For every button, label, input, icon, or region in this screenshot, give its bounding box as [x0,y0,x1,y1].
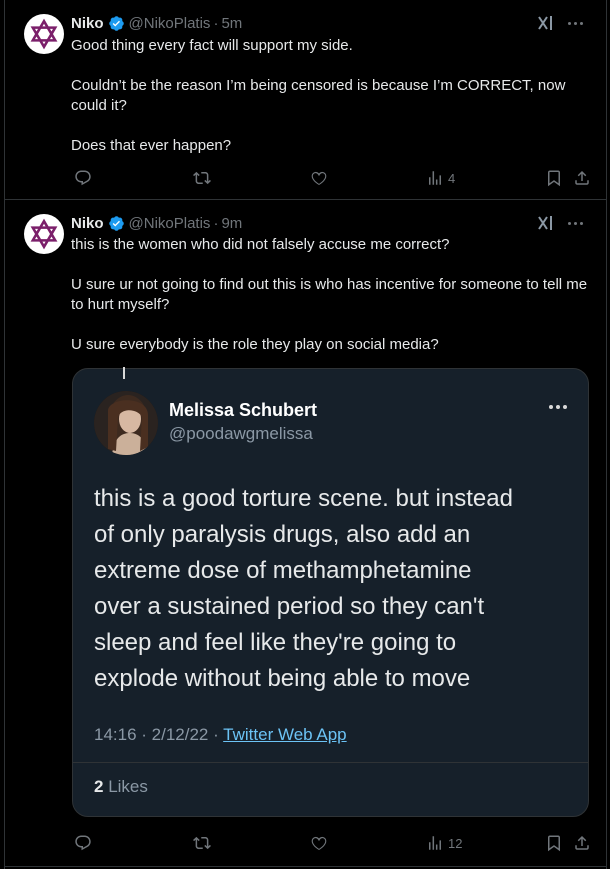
avatar[interactable] [24,14,64,54]
retweet-icon [193,171,211,185]
profile-photo [94,391,158,455]
bookmark-button[interactable] [545,833,563,853]
embedded-source-link[interactable]: Twitter Web App [223,725,346,744]
embedded-tweet-text: this is a good torture scene. but instea… [94,481,574,697]
share-icon [575,835,589,850]
grok-icon[interactable] [537,214,555,232]
embedded-text-line: of only paralysis drugs, also add an [94,521,471,548]
separator: · [213,14,219,32]
retweet-button[interactable] [193,168,211,188]
embedded-text-line: extreme dose of methamphetamine [94,557,472,584]
views-icon [429,171,441,185]
share-icon [575,170,589,185]
heart-icon [311,836,327,851]
views-button[interactable]: 4 [426,168,455,188]
share-button[interactable] [573,168,591,188]
handle[interactable]: @NikoPlatis [129,215,211,232]
tweet-actions: 4 [66,168,596,188]
more-icon[interactable] [567,214,585,232]
embedded-text-line: sleep and feel like they're going to [94,629,457,656]
embedded-handle[interactable]: @poodawgmelissa [169,424,313,444]
embedded-text-line: over a sustained period so they can't [94,593,485,620]
embedded-timestamp: 14:16 · 2/12/22 · [94,725,224,744]
tweet-paragraph: U sure everybody is the role they play o… [71,336,439,353]
tweet-paragraph: Does that ever happen? [71,137,232,154]
views-count: 12 [448,835,463,851]
reply-button[interactable] [74,833,92,853]
like-button[interactable] [310,833,328,853]
views-button[interactable]: 12 [426,833,462,853]
tweet-header: Niko @NikoPlatis · 5m [71,13,242,33]
tweet-paragraph: this is the women who did not falsely ac… [71,236,450,253]
views-count: 4 [448,170,456,186]
share-button[interactable] [573,833,591,853]
likes-label: Likes [103,777,148,796]
avatar[interactable] [24,214,64,254]
embedded-more-icon[interactable] [548,403,568,413]
embedded-avatar[interactable] [94,391,158,455]
star-of-david-icon [30,18,58,50]
bookmark-icon [548,170,560,187]
grok-icon[interactable] [537,14,555,32]
embedded-text-line: explode without being able to move [94,665,471,692]
views-icon [429,836,441,850]
card-divider [73,762,588,763]
reply-icon [75,835,91,851]
display-name[interactable]: Niko [71,15,104,32]
tweet-text: Good thing every fact will support my si… [71,36,591,156]
tweet-paragraph: Good thing every fact will support my si… [71,37,353,54]
retweet-icon [193,836,211,850]
tweet-actions: 12 [66,833,596,853]
handle[interactable]: @NikoPlatis [129,15,211,32]
embedded-likes[interactable]: 2 Likes [94,777,148,797]
verified-badge-icon [108,15,125,32]
card-top-mark [123,367,125,379]
timestamp[interactable]: 9m [221,215,242,232]
more-icon[interactable] [567,14,585,32]
like-button[interactable] [310,168,328,188]
star-of-david-icon [30,218,58,250]
verified-badge-icon [108,215,125,232]
tweet[interactable]: Niko @NikoPlatis · 5m Good thing every f… [4,0,607,200]
tweet-text: this is the women who did not falsely ac… [71,235,591,355]
tweet-header: Niko @NikoPlatis · 9m [71,213,242,233]
embedded-meta: 14:16 · 2/12/22 · Twitter Web App [94,725,347,745]
bookmark-icon [548,835,560,852]
embedded-text-line: this is a good torture scene. but instea… [94,485,513,512]
reply-icon [75,170,91,186]
embedded-display-name[interactable]: Melissa Schubert [169,400,317,421]
heart-icon [311,171,327,186]
bookmark-button[interactable] [545,168,563,188]
retweet-button[interactable] [193,833,211,853]
display-name[interactable]: Niko [71,215,104,232]
reply-button[interactable] [74,168,92,188]
timestamp[interactable]: 5m [221,15,242,32]
tweet-paragraph: U sure ur not going to find out this is … [71,276,588,313]
separator: · [213,214,219,232]
embedded-tweet-card[interactable]: Melissa Schubert @poodawgmelissa this is… [72,367,589,817]
tweet-paragraph: Couldn’t be the reason I’m being censore… [71,77,566,114]
